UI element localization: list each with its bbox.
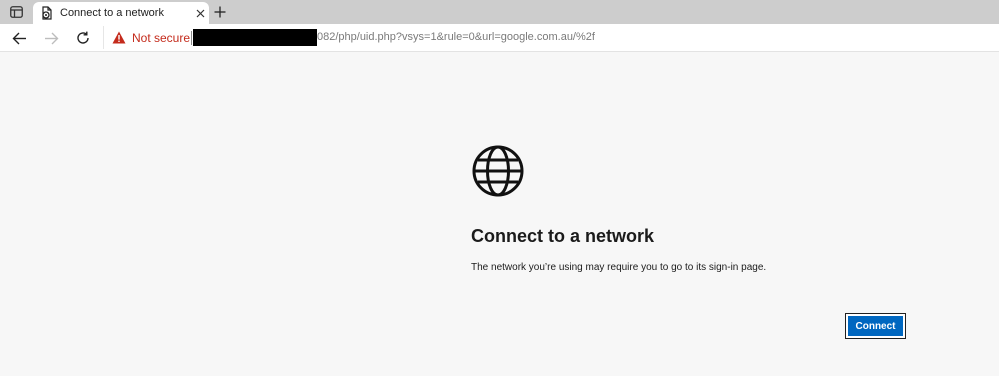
tab-actions-icon[interactable] bbox=[6, 3, 26, 21]
page-heading: Connect to a network bbox=[471, 226, 655, 246]
page-settings-icon bbox=[40, 6, 54, 20]
redacted-url-host bbox=[193, 29, 317, 46]
browser-toolbar: Not secure 082/php/uid.php?vsys=1&rule=0… bbox=[0, 24, 999, 52]
connect-button-label: Connect bbox=[848, 316, 903, 336]
connect-button[interactable]: Connect bbox=[845, 313, 906, 339]
globe-icon bbox=[471, 144, 525, 198]
close-icon[interactable] bbox=[193, 6, 207, 20]
security-indicator[interactable]: Not secure bbox=[112, 30, 190, 45]
reload-icon[interactable] bbox=[74, 29, 92, 47]
tab-strip: Connect to a network bbox=[0, 0, 999, 24]
address-divider bbox=[191, 31, 192, 45]
address-bar[interactable]: Not secure 082/php/uid.php?vsys=1&rule=0… bbox=[103, 26, 999, 49]
tab-title: Connect to a network bbox=[60, 7, 164, 19]
security-label: Not secure bbox=[132, 30, 191, 45]
page-message: The network you’re using may require you… bbox=[471, 262, 767, 273]
warning-triangle-icon bbox=[112, 31, 126, 44]
tab-connect-to-network[interactable]: Connect to a network bbox=[33, 2, 209, 24]
arrow-right-icon[interactable] bbox=[42, 29, 60, 47]
url-text[interactable]: 082/php/uid.php?vsys=1&rule=0&url=google… bbox=[317, 31, 595, 43]
arrow-left-icon[interactable] bbox=[10, 29, 28, 47]
page-content: Connect to a network The network you’re … bbox=[0, 53, 999, 376]
plus-icon[interactable] bbox=[211, 3, 229, 21]
